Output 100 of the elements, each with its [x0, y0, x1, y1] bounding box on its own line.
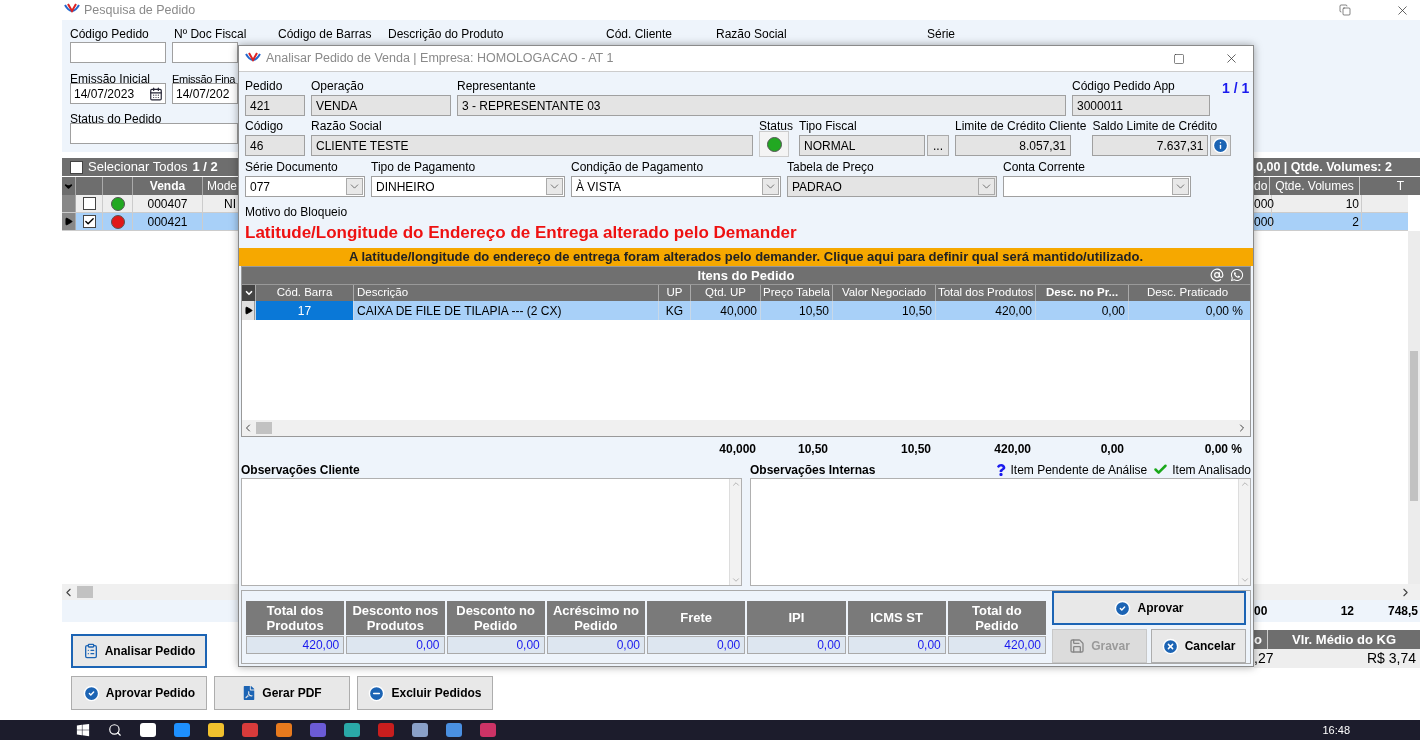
- app-icon[interactable]: [412, 723, 428, 737]
- clipboard-icon: [82, 643, 99, 659]
- scrollbar-thumb[interactable]: [256, 422, 272, 434]
- whatsapp-icon[interactable]: [1230, 268, 1244, 282]
- window-title: Analisar Pedido de Venda | Empresa: HOMOLOGACAO - AT 1: [266, 50, 614, 68]
- field-label: Razão Social: [716, 27, 787, 41]
- column-header[interactable]: Mode: [203, 177, 238, 195]
- close-icon[interactable]: [1224, 51, 1239, 66]
- minus-circle-icon: [368, 684, 386, 702]
- field-label: Código: [245, 118, 285, 135]
- action-button[interactable]: Excluir Pedidos: [357, 676, 493, 710]
- app-icon[interactable]: [242, 723, 258, 737]
- checkbox[interactable]: [70, 160, 83, 174]
- action-button[interactable]: Aprovar: [1052, 591, 1246, 625]
- select-field[interactable]: À VISTA: [571, 176, 781, 197]
- scrollbar-thumb[interactable]: [77, 586, 93, 598]
- app-icon[interactable]: [174, 723, 190, 737]
- field-label: Código Pedido: [70, 27, 149, 41]
- app-icon[interactable]: [480, 723, 496, 737]
- table-cell: 17: [255, 301, 353, 320]
- grid-row[interactable]: 000421: [62, 213, 238, 231]
- input-field[interactable]: [70, 123, 238, 144]
- alert-banner[interactable]: A latitude/longitude do endereço de entrega foram alterados pelo demander. Clique aqui para definir qual será mantido/utilizado.: [239, 248, 1253, 266]
- scroll-down-icon[interactable]: [730, 575, 741, 585]
- windows-icon[interactable]: [76, 723, 90, 737]
- notes-textarea[interactable]: [241, 478, 742, 586]
- calendar-icon[interactable]: [149, 86, 163, 101]
- app-icon[interactable]: [208, 723, 224, 737]
- legend-label: Item Analisado: [1172, 461, 1251, 479]
- action-button[interactable]: Gerar PDF: [214, 676, 350, 710]
- app-icon[interactable]: [446, 723, 462, 737]
- check-icon: [1153, 462, 1169, 477]
- field-label: Condição de Pagamento: [571, 159, 705, 176]
- search-icon[interactable]: [108, 723, 122, 737]
- chevron-down-icon: [346, 178, 363, 195]
- total-value: 0,00: [446, 635, 545, 654]
- page-counter: 1 / 2: [192, 158, 218, 177]
- app-icon[interactable]: [310, 723, 326, 737]
- more-button[interactable]: ...: [927, 135, 950, 156]
- vertical-scrollbar[interactable]: [1238, 479, 1250, 585]
- date-field[interactable]: 14/07/202: [172, 83, 238, 104]
- total-value: 0,00: [847, 635, 946, 654]
- maximize-icon[interactable]: [1173, 52, 1185, 65]
- vertical-scrollbar[interactable]: [729, 479, 741, 585]
- app-icon[interactable]: [344, 723, 360, 737]
- readonly-field: 421: [245, 95, 305, 116]
- column-header[interactable]: T: [1360, 177, 1406, 195]
- readonly-field: 46: [245, 135, 305, 156]
- input-field[interactable]: [172, 42, 238, 63]
- vertical-scrollbar[interactable]: [1408, 231, 1420, 584]
- app-icon[interactable]: [378, 723, 394, 737]
- scroll-down-icon[interactable]: [1239, 575, 1250, 585]
- scroll-up-icon[interactable]: [730, 479, 741, 489]
- input-field[interactable]: [70, 42, 166, 63]
- field-label: Descrição do Produto: [388, 27, 504, 41]
- checkbox[interactable]: [82, 215, 96, 228]
- scroll-up-icon[interactable]: [1239, 479, 1250, 489]
- restore-icon[interactable]: [1339, 4, 1351, 16]
- row-pointer-icon: [64, 217, 73, 226]
- total-value: 0,00: [1099, 441, 1125, 458]
- action-button[interactable]: Cancelar: [1151, 629, 1246, 663]
- total-label: Total do Pedido: [947, 600, 1046, 635]
- grid-row[interactable]: 000 10: [1254, 195, 1408, 213]
- block-reason-text: Latitude/Longitude do Endereço de Entrega alterado pelo Demander: [245, 223, 798, 243]
- field-label: Tabela de Preço: [787, 159, 875, 176]
- readonly-field: 7.637,31: [1092, 135, 1209, 156]
- field-label: Código Pedido App: [1072, 78, 1176, 95]
- email-icon[interactable]: [1210, 268, 1224, 282]
- app-icon[interactable]: [276, 723, 292, 737]
- date-field[interactable]: 14/07/2023: [70, 83, 166, 104]
- field-label: Série: [927, 27, 955, 41]
- chevron-down-icon: [762, 178, 779, 195]
- table-cell-text: NI: [223, 195, 237, 212]
- table-cell: 000407: [133, 195, 203, 212]
- action-button[interactable]: Analisar Pedido: [71, 634, 207, 668]
- row-indicator[interactable]: [62, 213, 76, 230]
- grid-row[interactable]: 000407 NI: [62, 195, 238, 213]
- action-button[interactable]: Aprovar Pedido: [71, 676, 207, 710]
- select-field[interactable]: [1003, 176, 1191, 197]
- field-label: Emissão Fina: [172, 73, 236, 85]
- column-header: Vlr. Médio do KG: [1291, 631, 1397, 649]
- total-value: 748,5: [1386, 603, 1418, 620]
- info-button[interactable]: [1210, 135, 1232, 156]
- app-icon[interactable]: [140, 723, 156, 737]
- checkbox[interactable]: [82, 197, 96, 210]
- table-cell: 420,00: [935, 301, 1035, 320]
- save-icon: [1069, 638, 1086, 654]
- grid-row[interactable]: 000 2: [1254, 213, 1408, 231]
- field-label: Operação: [311, 78, 365, 95]
- readonly-field: CLIENTE TESTE: [311, 135, 753, 156]
- total-value: 420,00: [947, 635, 1046, 654]
- select-field[interactable]: 077: [245, 176, 365, 197]
- grid-summary: 0,00 | Qtde. Volumes: 2: [1254, 158, 1420, 176]
- total-value: 0,00: [346, 635, 445, 654]
- total-label: Frete: [647, 600, 746, 635]
- field-label: Representante: [457, 78, 537, 95]
- notes-textarea[interactable]: [750, 478, 1251, 586]
- select-field[interactable]: DINHEIRO: [371, 176, 565, 197]
- item-row[interactable]: 17 CAIXA DE FILE DE TILAPIA --- (2 CX) KG 40,000 10,50 10,50 420,00 0,00 0,00 %: [242, 301, 1250, 320]
- row-indicator[interactable]: [242, 301, 255, 320]
